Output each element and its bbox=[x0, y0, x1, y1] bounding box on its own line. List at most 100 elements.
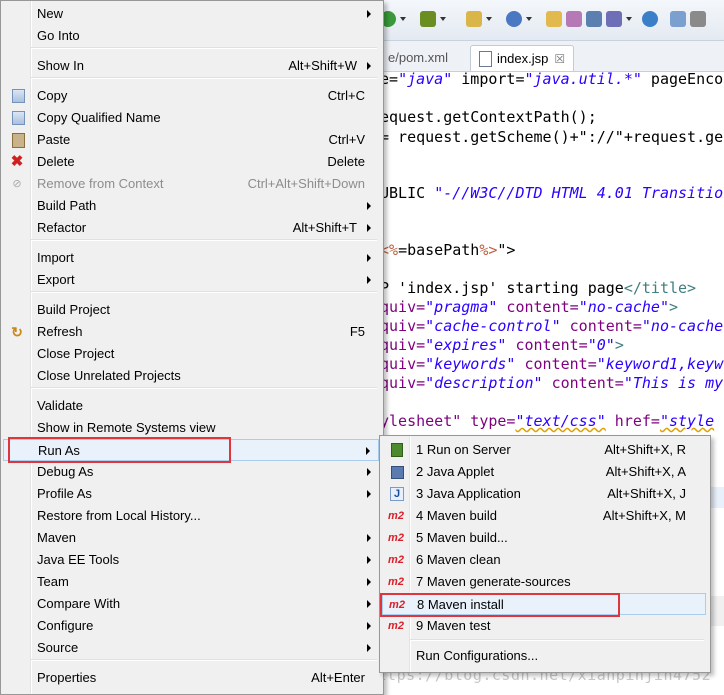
chevron-down-icon[interactable] bbox=[440, 17, 446, 21]
menu-item-build-path[interactable]: Build Path bbox=[3, 195, 379, 217]
code-token: import= bbox=[452, 70, 525, 88]
edit-icon[interactable] bbox=[670, 11, 686, 27]
tab-pom-xml[interactable]: e/pom.xml bbox=[380, 45, 456, 70]
code-token: "no-cache bbox=[641, 317, 724, 335]
menu-item-label: Profile As bbox=[37, 486, 92, 501]
run-as-submenu: 1 Run on Server Alt+Shift+X, R 2 Java Appl… bbox=[379, 435, 711, 673]
menu-item-6-maven-clean[interactable]: m2 6 Maven clean bbox=[382, 549, 706, 571]
menu-item-java-ee-tools[interactable]: Java EE Tools bbox=[3, 549, 379, 571]
chevron-down-icon[interactable] bbox=[526, 17, 532, 21]
code-token: content= bbox=[515, 355, 597, 373]
jsp-file-icon bbox=[479, 51, 492, 67]
console-icon[interactable] bbox=[586, 11, 602, 27]
code-token: equest.getContextPath(); bbox=[380, 108, 597, 126]
code-token: %> bbox=[479, 241, 498, 259]
code-token: content= bbox=[560, 317, 642, 335]
search-icon[interactable] bbox=[606, 11, 622, 27]
code-line: <%=basePath%>"> bbox=[380, 241, 515, 260]
menu-item-maven[interactable]: Maven bbox=[3, 527, 379, 549]
maven-icon: m2 bbox=[388, 620, 404, 632]
menu-item-team[interactable]: Team bbox=[3, 571, 379, 593]
submenu-arrow-icon bbox=[367, 62, 371, 70]
menu-item-3-java-application[interactable]: J 3 Java Application Alt+Shift+X, J bbox=[382, 483, 706, 505]
close-tab-icon[interactable]: ☒ bbox=[554, 52, 565, 66]
code-line: = request.getScheme()+"://"+request.ge bbox=[380, 128, 723, 147]
menu-item-source[interactable]: Source bbox=[3, 637, 379, 659]
code-token: content= bbox=[542, 374, 624, 392]
menu-item-debug-as[interactable]: Debug As bbox=[3, 461, 379, 483]
menu-item-run-configurations[interactable]: Run Configurations... bbox=[382, 645, 706, 667]
code-token: quiv= bbox=[380, 298, 426, 316]
menu-item-import[interactable]: Import bbox=[3, 247, 379, 269]
chevron-down-icon[interactable] bbox=[400, 17, 406, 21]
java-application-icon: J bbox=[390, 487, 404, 501]
menu-item-show-in[interactable]: Show In Alt+Shift+W bbox=[3, 55, 379, 77]
code-token: "keywords" bbox=[425, 355, 516, 373]
menu-item-label: 2 Java Applet bbox=[416, 464, 495, 479]
code-token: pageEnco bbox=[641, 70, 724, 88]
code-token: > bbox=[614, 336, 624, 354]
menu-item-7-maven-generate-sources[interactable]: m2 7 Maven generate-sources bbox=[382, 571, 706, 593]
globe-icon[interactable] bbox=[642, 11, 658, 27]
open-folder-icon[interactable] bbox=[546, 11, 562, 27]
menu-item-copy[interactable]: Copy Ctrl+C bbox=[3, 85, 379, 107]
menu-item-show-in-remote-systems-view[interactable]: Show in Remote Systems view bbox=[3, 417, 379, 439]
tab-index-jsp[interactable]: index.jsp ☒ bbox=[470, 45, 575, 71]
menu-item-new[interactable]: New bbox=[3, 3, 379, 25]
debug-icon[interactable] bbox=[420, 11, 436, 27]
menu-item-copy-qualified-name[interactable]: Copy Qualified Name bbox=[3, 107, 379, 129]
menu-item-label: Java EE Tools bbox=[37, 552, 120, 567]
menu-item-profile-as[interactable]: Profile As bbox=[3, 483, 379, 505]
new-wizard-icon[interactable] bbox=[466, 11, 482, 27]
menu-item-2-java-applet[interactable]: 2 Java Applet Alt+Shift+X, A bbox=[382, 461, 706, 483]
menu-item-compare-with[interactable]: Compare With bbox=[3, 593, 379, 615]
submenu-arrow-icon bbox=[366, 447, 370, 455]
chevron-down-icon[interactable] bbox=[626, 17, 632, 21]
code-token: quiv= bbox=[380, 317, 426, 335]
menu-item-refactor[interactable]: Refactor Alt+Shift+T bbox=[3, 217, 379, 239]
code-token: content= bbox=[497, 298, 579, 316]
open-type-icon[interactable] bbox=[566, 11, 582, 27]
menu-item-8-maven-install[interactable]: m2 8 Maven install bbox=[382, 593, 706, 615]
menu-item-label: Copy bbox=[37, 88, 68, 103]
menu-item-build-project[interactable]: Build Project bbox=[3, 299, 379, 321]
navigate-icon[interactable] bbox=[690, 11, 706, 27]
maven-icon: m2 bbox=[388, 576, 404, 588]
tab-label: e/pom.xml bbox=[388, 50, 448, 65]
menu-item-accelerator: Alt+Shift+X, M bbox=[602, 508, 686, 523]
menu-item-paste[interactable]: Paste Ctrl+V bbox=[3, 129, 379, 151]
code-line: quiv="description" content="This is my bbox=[380, 374, 723, 393]
main-toolbar bbox=[380, 0, 724, 41]
menu-item-properties[interactable]: Properties Alt+Enter bbox=[3, 667, 379, 689]
menu-item-run-as[interactable]: Run As bbox=[3, 439, 379, 461]
menu-item-label: Go Into bbox=[37, 28, 80, 43]
menu-separator bbox=[31, 659, 377, 661]
menu-item-restore-from-local-history[interactable]: Restore from Local History... bbox=[3, 505, 379, 527]
menu-item-close-unrelated-projects[interactable]: Close Unrelated Projects bbox=[3, 365, 379, 387]
menu-item-5-maven-build[interactable]: m2 5 Maven build... bbox=[382, 527, 706, 549]
menu-item-close-project[interactable]: Close Project bbox=[3, 343, 379, 365]
menu-item-9-maven-test[interactable]: m2 9 Maven test bbox=[382, 615, 706, 637]
menu-item-4-maven-build[interactable]: m2 4 Maven build Alt+Shift+X, M bbox=[382, 505, 706, 527]
code-token: ylesheet" bbox=[380, 412, 462, 430]
menu-item-accelerator: Alt+Shift+X, R bbox=[604, 442, 686, 457]
menu-item-label: Delete bbox=[37, 154, 75, 169]
menu-item-configure[interactable]: Configure bbox=[3, 615, 379, 637]
paste-icon bbox=[12, 133, 25, 148]
menu-item-accelerator: Ctrl+Alt+Shift+Down bbox=[247, 176, 365, 191]
menu-item-label: Validate bbox=[37, 398, 84, 413]
menu-item-label: Maven bbox=[37, 530, 77, 545]
new-class-icon[interactable] bbox=[506, 11, 522, 27]
menu-item-accelerator: Delete bbox=[327, 154, 365, 169]
menu-item-go-into[interactable]: Go Into bbox=[3, 25, 379, 47]
chevron-down-icon[interactable] bbox=[486, 17, 492, 21]
code-token: "-//W3C//DTD HTML 4.01 Transitio bbox=[434, 184, 724, 202]
menu-item-refresh[interactable]: ↻ Refresh F5 bbox=[3, 321, 379, 343]
menu-item-validate[interactable]: Validate bbox=[3, 395, 379, 417]
menu-item-1-run-on-server[interactable]: 1 Run on Server Alt+Shift+X, R bbox=[382, 439, 706, 461]
menu-item-label: Refresh bbox=[37, 324, 83, 339]
submenu-arrow-icon bbox=[367, 468, 371, 476]
code-token: "cache-control" bbox=[425, 317, 561, 335]
menu-item-delete[interactable]: ✖ Delete Delete bbox=[3, 151, 379, 173]
menu-item-export[interactable]: Export bbox=[3, 269, 379, 291]
